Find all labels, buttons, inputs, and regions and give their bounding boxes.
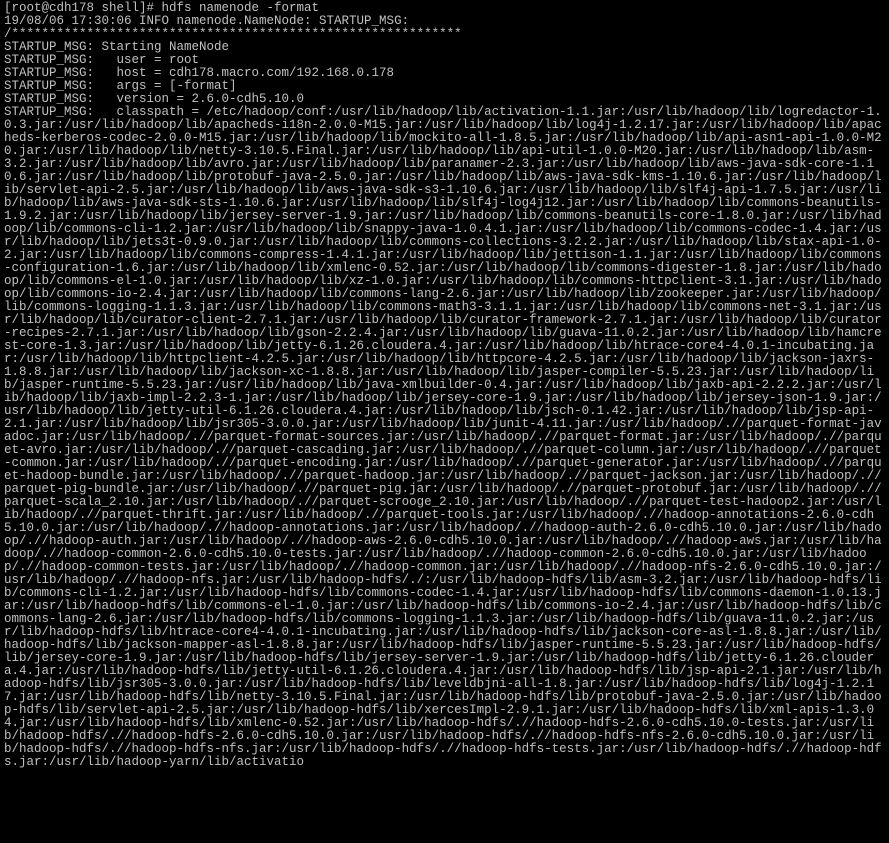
log-line: STARTUP_MSG: version = 2.6.0-cdh5.10.0 [4, 92, 304, 106]
log-line: STARTUP_MSG: Starting NameNode [4, 40, 229, 54]
prompt-line: [root@cdh178 shell]# hdfs namenode -form… [4, 1, 319, 15]
classpath-text: STARTUP_MSG: classpath = /etc/hadoop/con… [4, 105, 882, 769]
log-line: STARTUP_MSG: user = root [4, 53, 199, 67]
terminal-output: [root@cdh178 shell]# hdfs namenode -form… [0, 0, 889, 771]
log-line: 19/08/06 17:30:06 INFO namenode.NameNode… [4, 14, 409, 28]
log-line: STARTUP_MSG: host = cdh178.macro.com/192… [4, 66, 394, 80]
log-line: STARTUP_MSG: args = [-format] [4, 79, 237, 93]
log-line: /***************************************… [4, 27, 462, 41]
